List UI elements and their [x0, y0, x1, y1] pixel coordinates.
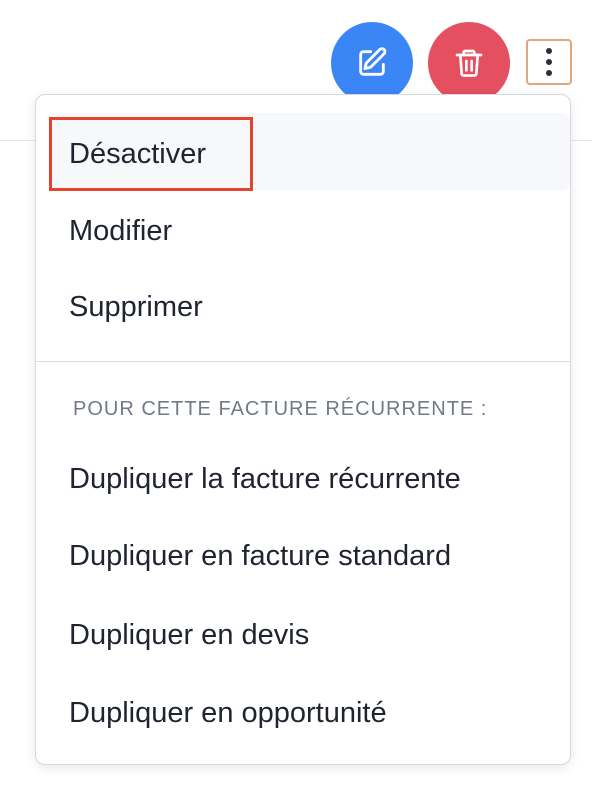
more-options-button[interactable]	[526, 39, 572, 85]
menu-item-duplicate-quote[interactable]: Dupliquer en devis	[36, 616, 570, 654]
menu-separator	[36, 361, 570, 362]
menu-item-edit[interactable]: Modifier	[36, 212, 570, 250]
actions-dropdown-menu: Désactiver Modifier Supprimer POUR CETTE…	[35, 94, 571, 765]
more-vertical-icon	[546, 48, 552, 54]
menu-section-label: POUR CETTE FACTURE RÉCURRENTE :	[73, 398, 488, 420]
menu-item-label: Supprimer	[69, 291, 203, 323]
menu-item-label: Désactiver	[69, 138, 206, 170]
menu-item-delete[interactable]: Supprimer	[36, 288, 570, 326]
menu-item-label: Modifier	[69, 215, 173, 247]
menu-item-label: Dupliquer en devis	[69, 619, 310, 651]
trash-icon	[455, 49, 483, 77]
menu-item-duplicate-standard-invoice[interactable]: Dupliquer en facture standard	[36, 537, 570, 575]
edit-icon	[359, 47, 387, 76]
menu-item-label: Dupliquer en opportunité	[69, 697, 387, 729]
menu-item-label: Dupliquer en facture standard	[69, 540, 452, 572]
menu-item-deactivate[interactable]: Désactiver	[36, 135, 570, 173]
menu-item-duplicate-recurring-invoice[interactable]: Dupliquer la facture récurrente	[36, 460, 570, 498]
menu-item-duplicate-opportunity[interactable]: Dupliquer en opportunité	[36, 694, 570, 732]
edit-button[interactable]	[331, 22, 413, 104]
menu-item-label: Dupliquer la facture récurrente	[69, 463, 461, 495]
delete-button[interactable]	[428, 22, 510, 104]
